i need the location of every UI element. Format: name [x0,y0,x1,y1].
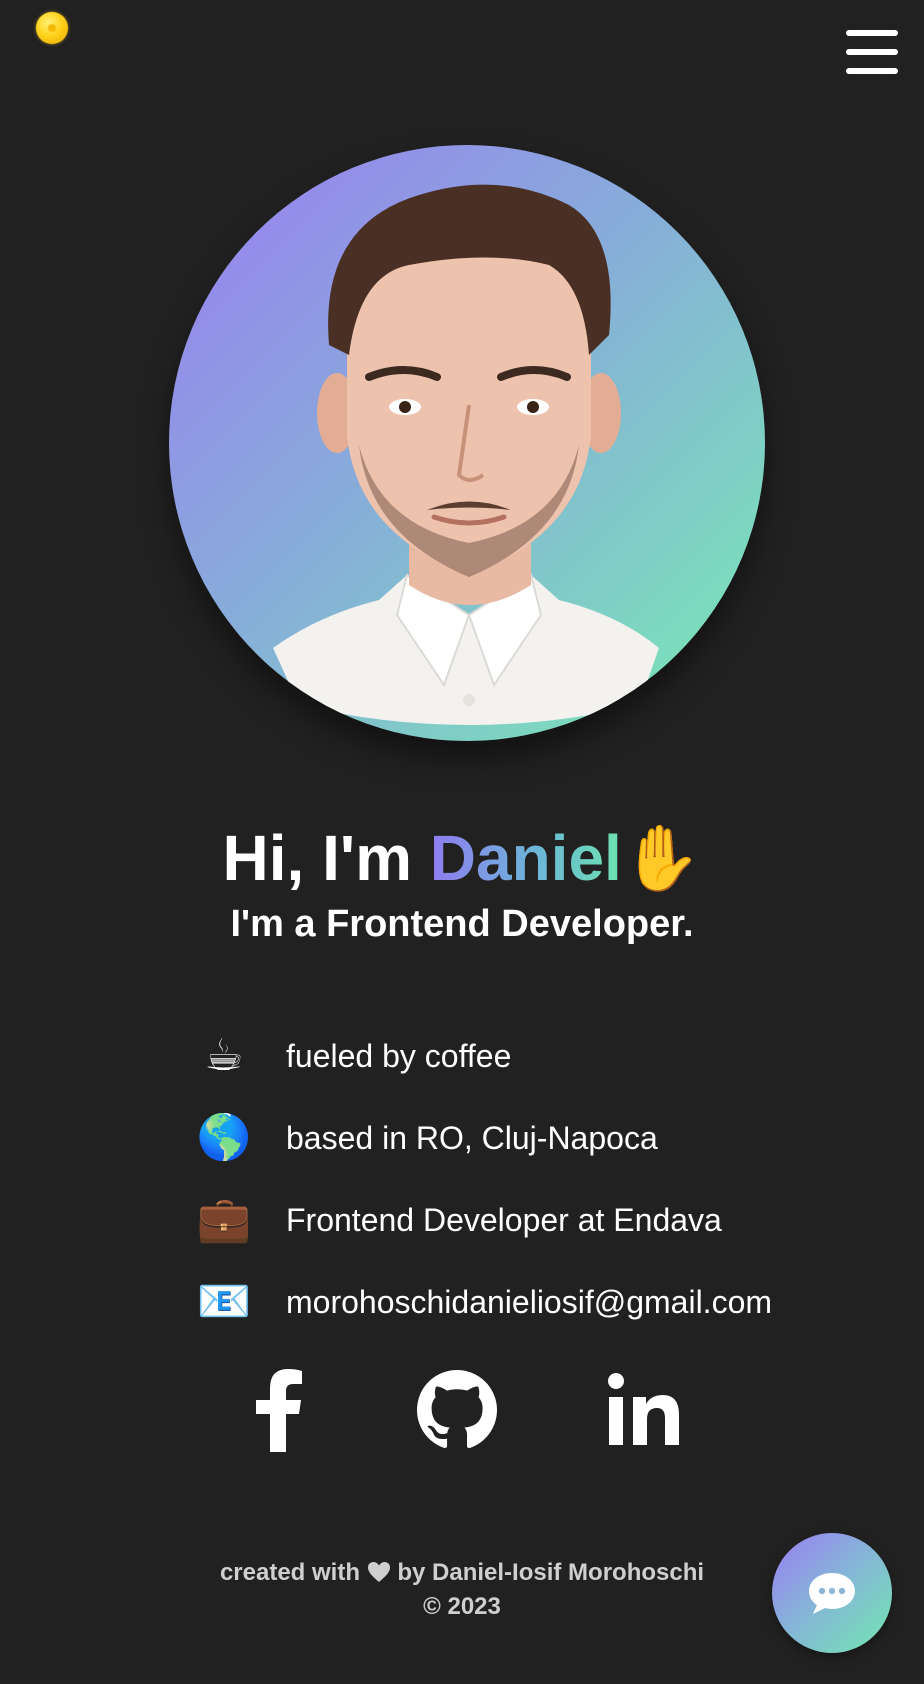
info-item-email: 📧 morohoschidanieliosif@gmail.com [196,1261,896,1343]
email-link[interactable]: morohoschidanieliosif@gmail.com [286,1282,772,1322]
footer-author: by Daniel-Iosif Morohoschi [397,1559,705,1586]
facebook-icon [256,1369,302,1452]
page: ✹ Hi, I'm Daniel✋ I'm a Frontend Develop… [0,0,924,1684]
menu-bar-top [846,30,898,36]
shirt-button [463,694,475,706]
sun-icon: ✹ [46,19,58,36]
linkedin-link[interactable] [598,1364,690,1456]
chat-bubble-icon [809,1573,855,1614]
greeting-heading: Hi, I'm Daniel✋ [0,818,924,898]
pupil-right [527,401,539,413]
briefcase-icon: 💼 [196,1195,252,1244]
menu-button[interactable] [846,30,898,74]
facebook-link[interactable] [232,1364,324,1456]
greeting-name: Daniel [429,822,622,894]
avatar [169,145,765,741]
info-text: based in RO, Cluj-Napoca [286,1120,658,1156]
heart-icon [367,1562,390,1582]
info-item-coffee: ☕ fueled by coffee [196,1015,896,1097]
greeting-prefix: Hi, I'm [222,822,430,894]
info-item-location: 🌎 based in RO, Cluj-Napoca [196,1097,896,1179]
info-item-job: 💼 Frontend Developer at Endava [196,1179,896,1261]
globe-icon: 🌎 [196,1113,252,1162]
menu-bar-middle [846,49,898,55]
profile-photo [273,184,659,725]
info-list: ☕ fueled by coffee 🌎 based in RO, Cluj-N… [196,1015,896,1343]
social-links [0,1364,924,1456]
coffee-icon: ☕ [204,1031,244,1080]
github-link[interactable] [411,1364,503,1456]
footer-created-with: created with [219,1559,360,1586]
info-text: Frontend Developer at Endava [286,1202,722,1238]
linkedin-icon [608,1373,679,1445]
chat-button[interactable] [772,1533,892,1653]
menu-bar-bottom [846,68,898,74]
email-icon: 📧 [196,1277,252,1326]
subtitle: I'm a Frontend Developer. [230,903,694,945]
github-icon [417,1370,497,1449]
theme-toggle-button[interactable]: ✹ [36,12,68,44]
info-text: fueled by coffee [286,1038,512,1074]
waving-hand-icon: ✋ [621,822,702,894]
pupil-left [399,401,411,413]
